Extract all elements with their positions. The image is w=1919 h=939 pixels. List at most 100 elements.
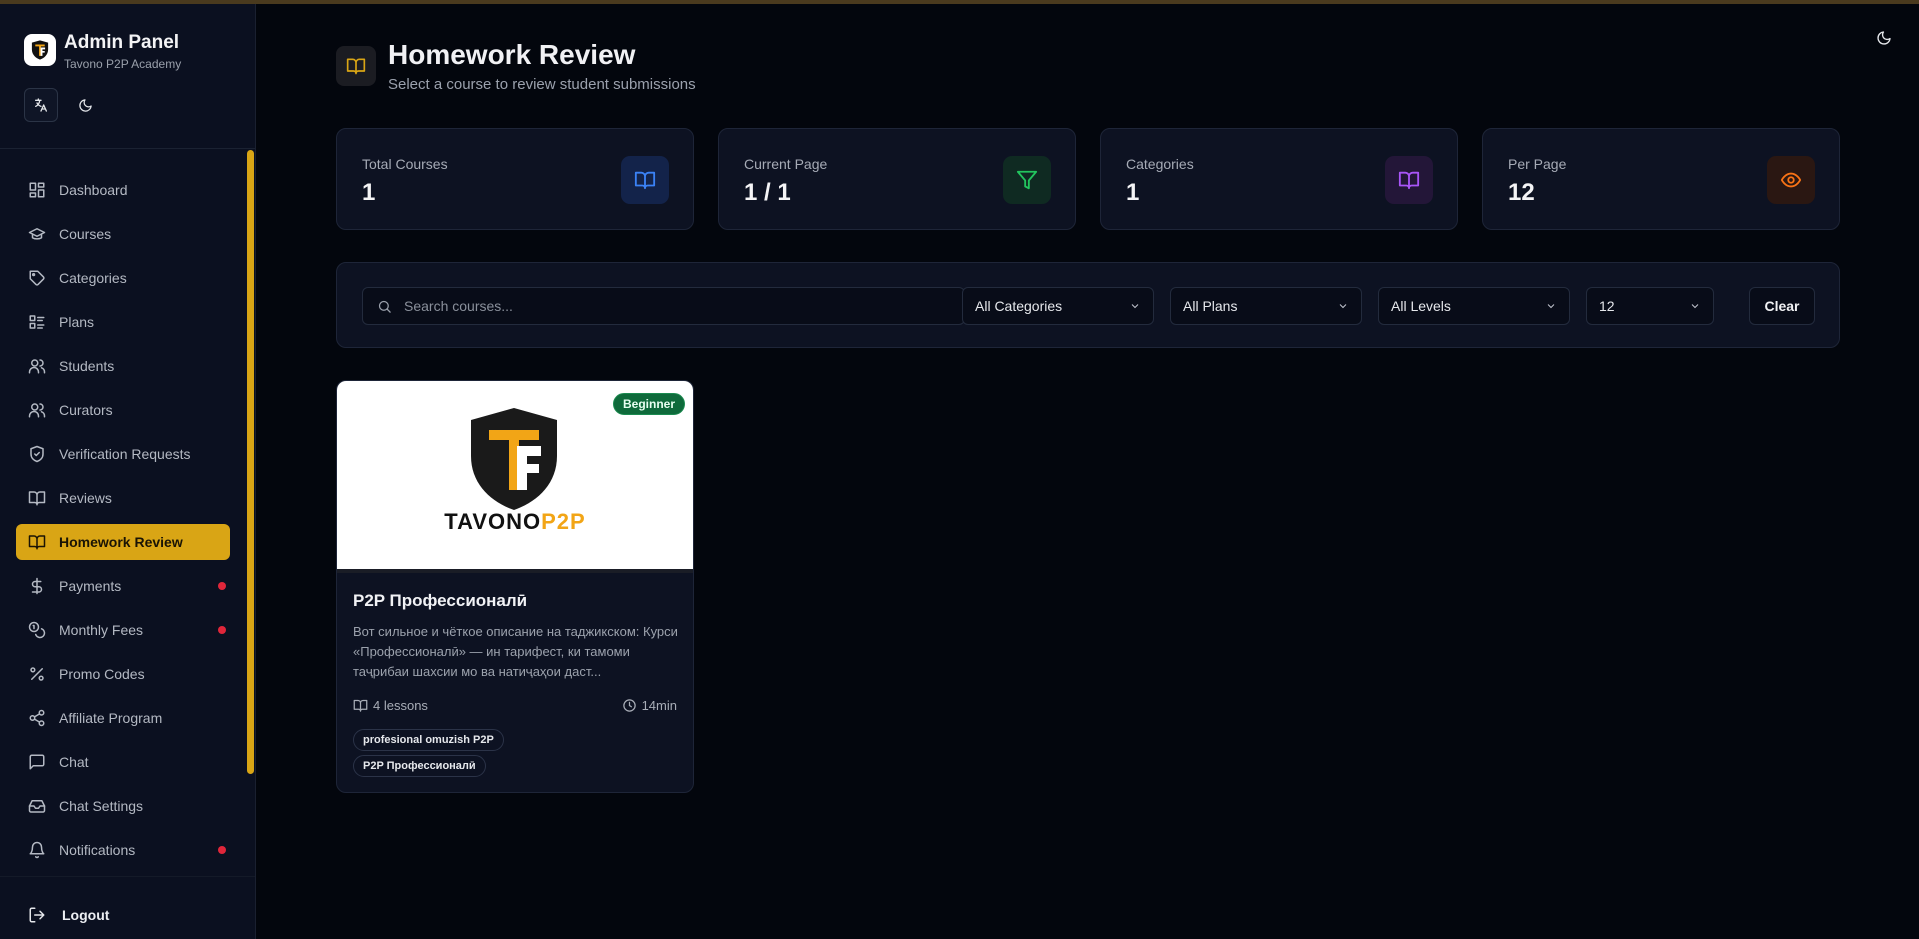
sidebar-item-label: Chat <box>59 754 89 770</box>
bell-icon <box>28 841 46 859</box>
page-header-icon <box>336 46 376 86</box>
per-page-select[interactable]: 12 <box>1586 287 1714 325</box>
sidebar-item-label: Verification Requests <box>59 446 191 462</box>
sidebar-item-courses[interactable]: Courses <box>16 216 230 252</box>
chevron-down-icon <box>1547 304 1555 309</box>
sidebar-item-plans[interactable]: Plans <box>16 304 230 340</box>
category-select[interactable]: All Categories <box>962 287 1154 325</box>
dollar-icon <box>28 577 46 595</box>
chevron-down-icon <box>1339 304 1347 309</box>
sidebar-item-label: Payments <box>59 578 122 594</box>
course-duration: 14min <box>622 698 677 713</box>
stat-label: Current Page <box>744 156 828 172</box>
course-tag: profesional omuzish P2P <box>353 729 504 751</box>
per-page-select-value: 12 <box>1599 298 1615 314</box>
moon-icon <box>78 98 92 112</box>
sidebar-item-label: Homework Review <box>59 534 183 550</box>
chat-icon <box>28 753 46 771</box>
page-subtitle: Select a course to review student submis… <box>388 76 696 93</box>
header-theme-toggle[interactable] <box>1876 30 1892 51</box>
sidebar-item-affiliate-program[interactable]: Affiliate Program <box>16 700 230 736</box>
level-badge: Beginner <box>612 393 685 415</box>
list-icon <box>28 313 46 331</box>
dashboard-icon <box>28 181 46 199</box>
course-duration-value: 14min <box>641 698 677 713</box>
sidebar-item-promo-codes[interactable]: Promo Codes <box>16 656 230 692</box>
shield-logo-icon <box>31 40 49 60</box>
search-icon <box>378 300 391 313</box>
sidebar-item-label: Notifications <box>59 842 136 858</box>
tag-icon <box>28 269 46 287</box>
sidebar-item-chat-settings[interactable]: Chat Settings <box>16 788 230 824</box>
sidebar-item-label: Curators <box>59 402 113 418</box>
sidebar-item-label: Students <box>59 358 115 374</box>
sidebar-item-chat[interactable]: Chat <box>16 744 230 780</box>
level-select-value: All Levels <box>1391 298 1451 314</box>
filter-icon <box>1003 156 1051 204</box>
stat-label: Total Courses <box>362 156 448 172</box>
logout-button[interactable]: Logout <box>28 906 109 924</box>
sidebar-header: Admin Panel Tavono P2P Academy <box>0 4 255 149</box>
stat-label: Per Page <box>1508 156 1567 172</box>
notification-dot <box>218 846 226 854</box>
sidebar-item-dashboard[interactable]: Dashboard <box>16 172 230 208</box>
thumbnail-brand-text: TAVONOP2P <box>337 509 693 535</box>
eye-icon <box>1767 156 1815 204</box>
clock-icon <box>622 699 636 712</box>
chevron-down-icon <box>1131 304 1139 309</box>
book-open-icon <box>621 156 669 204</box>
level-select[interactable]: All Levels <box>1378 287 1570 325</box>
sidebar-item-categories[interactable]: Categories <box>16 260 230 296</box>
sidebar-item-verification-requests[interactable]: Verification Requests <box>16 436 230 472</box>
shield-check-icon <box>28 445 46 463</box>
brand-text-primary: TAVONO <box>444 509 542 534</box>
stat-card-total-courses: Total Courses 1 <box>336 128 694 230</box>
clear-filters-button[interactable]: Clear <box>1749 287 1815 325</box>
stat-card-current-page: Current Page 1 / 1 <box>718 128 1076 230</box>
sidebar-item-notifications[interactable]: Notifications <box>16 832 230 868</box>
sidebar: Admin Panel Tavono P2P Academy Dashboard… <box>0 4 256 939</box>
sidebar-item-homework-review[interactable]: Homework Review <box>16 524 230 560</box>
book-open-icon <box>28 489 46 507</box>
moon-icon <box>1877 31 1891 45</box>
stat-card-categories: Categories 1 <box>1100 128 1458 230</box>
shield-logo-icon <box>471 408 557 510</box>
stat-value: 1 <box>1126 179 1140 206</box>
inbox-icon <box>28 797 46 815</box>
sidebar-item-label: Monthly Fees <box>59 622 144 638</box>
sidebar-item-payments[interactable]: Payments <box>16 568 230 604</box>
plan-select[interactable]: All Plans <box>1170 287 1362 325</box>
book-open-icon <box>28 533 46 551</box>
theme-toggle-button[interactable] <box>68 88 102 122</box>
stat-label: Categories <box>1126 156 1194 172</box>
course-lessons: 4 lessons <box>353 698 428 713</box>
app-title: Admin Panel <box>64 32 180 53</box>
course-description: Вот сильное и чёткое описание на таджикс… <box>353 624 678 679</box>
sidebar-item-label: Promo Codes <box>59 666 145 682</box>
sidebar-item-reviews[interactable]: Reviews <box>16 480 230 516</box>
language-button[interactable] <box>24 88 58 122</box>
sidebar-item-monthly-fees[interactable]: Monthly Fees <box>16 612 230 648</box>
sidebar-item-label: Dashboard <box>59 182 128 198</box>
sidebar-item-curators[interactable]: Curators <box>16 392 230 428</box>
logout-label: Logout <box>62 907 110 923</box>
sidebar-item-label: Affiliate Program <box>59 710 163 726</box>
sidebar-item-label: Reviews <box>59 490 112 506</box>
course-title: P2P Профессионалӣ <box>353 591 528 610</box>
stat-value: 1 / 1 <box>744 179 791 206</box>
notification-dot <box>218 582 226 590</box>
users-icon <box>28 357 46 375</box>
notification-dot <box>218 626 226 634</box>
search-field[interactable] <box>362 287 965 325</box>
book-open-icon <box>353 699 368 712</box>
search-input[interactable] <box>404 298 944 314</box>
course-card[interactable]: TAVONOP2P Beginner P2P Профессионалӣ Вот… <box>336 380 694 793</box>
sidebar-item-students[interactable]: Students <box>16 348 230 384</box>
chevron-down-icon <box>1691 304 1699 309</box>
percent-icon <box>28 665 46 683</box>
sidebar-item-label: Chat Settings <box>59 798 144 814</box>
app-logo <box>24 34 56 66</box>
logout-icon <box>29 907 45 923</box>
course-lessons-count: 4 lessons <box>373 698 428 713</box>
sidebar-scrollbar[interactable] <box>247 150 254 774</box>
